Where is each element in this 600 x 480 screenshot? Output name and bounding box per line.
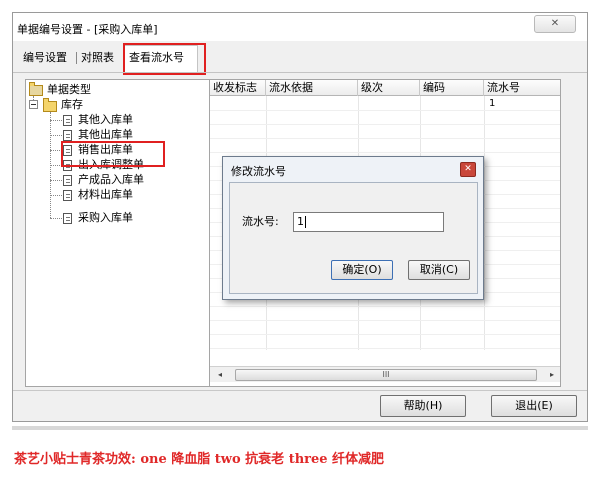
- dialog-close-button[interactable]: ✕: [460, 162, 476, 177]
- column-header-direction[interactable]: 收发标志: [210, 80, 266, 96]
- tree-item-finished-goods-inbound[interactable]: 产成品入库单: [78, 173, 144, 187]
- folder-icon: [43, 98, 57, 112]
- scroll-right-icon[interactable]: ▸: [545, 368, 559, 382]
- text-caret: [305, 216, 306, 228]
- document-icon: [63, 190, 72, 201]
- serial-number-label: 流水号:: [242, 215, 279, 228]
- scroll-thumb[interactable]: III: [235, 369, 537, 381]
- serial-number-value: 1: [297, 215, 304, 228]
- help-button[interactable]: 帮助(H): [380, 395, 466, 417]
- column-header-level[interactable]: 级次: [358, 80, 420, 96]
- tab-mapping-table[interactable]: 对照表: [81, 49, 114, 65]
- tea-tip-caption: 茶艺小贴士青茶功效: one 降血脂 two 抗衰老 three 纤体减肥: [14, 452, 385, 467]
- tab-numbering-settings[interactable]: 编号设置: [23, 49, 67, 65]
- tree-root-label[interactable]: 单据类型: [47, 83, 91, 97]
- tab-strip: 编号设置 对照表 查看流水号: [13, 46, 587, 68]
- document-type-tree: 单据类型 库存 其他入库单 其他出库单 销售出库单 出入库调整单 产成品入库单 …: [25, 79, 210, 387]
- document-types-icon: [29, 82, 43, 96]
- exit-button[interactable]: 退出(E): [491, 395, 577, 417]
- document-icon: [63, 175, 72, 186]
- ok-button[interactable]: 确定(O): [331, 260, 393, 280]
- footer-divider: [13, 390, 587, 391]
- tree-item-other-inbound[interactable]: 其他入库单: [78, 113, 133, 127]
- dialog-title: 修改流水号: [231, 165, 286, 178]
- tab-divider: [13, 72, 587, 73]
- column-header-serial-basis[interactable]: 流水依据: [266, 80, 358, 96]
- document-icon: [63, 115, 72, 126]
- collapse-icon[interactable]: [29, 100, 38, 109]
- tree-highlight-box: [61, 141, 165, 167]
- tree-item-purchase-inbound[interactable]: 采购入库单: [78, 211, 133, 225]
- window-close-button[interactable]: ✕: [534, 15, 576, 33]
- tab-separator: [76, 52, 77, 64]
- horizontal-scrollbar[interactable]: ◂ III ▸: [210, 366, 560, 382]
- grid-cell-serial-number[interactable]: 1: [489, 98, 495, 109]
- tip-divider: [12, 426, 588, 430]
- tree-item-material-outbound[interactable]: 材料出库单: [78, 188, 133, 202]
- grid-header: 收发标志 流水依据 级次 编码 流水号: [210, 80, 560, 96]
- tree-item-other-outbound[interactable]: 其他出库单: [78, 128, 133, 142]
- column-header-serial-number[interactable]: 流水号: [484, 80, 560, 96]
- serial-number-input[interactable]: 1: [293, 212, 444, 232]
- column-header-code[interactable]: 编码: [420, 80, 484, 96]
- title-bar: 单据编号设置 - [采购入库单] ✕: [13, 13, 587, 41]
- edit-serial-dialog: 修改流水号 ✕ 流水号: 1 确定(O) 取消(C): [222, 156, 484, 300]
- scroll-left-icon[interactable]: ◂: [213, 368, 227, 382]
- document-icon: [63, 213, 72, 224]
- tab-highlight-box: [123, 43, 206, 75]
- window-title: 单据编号设置 - [采购入库单]: [17, 23, 158, 36]
- dialog-body: 流水号: 1 确定(O) 取消(C): [229, 182, 478, 294]
- document-icon: [63, 130, 72, 141]
- cancel-button[interactable]: 取消(C): [408, 260, 470, 280]
- tree-group-inventory[interactable]: 库存: [61, 98, 83, 112]
